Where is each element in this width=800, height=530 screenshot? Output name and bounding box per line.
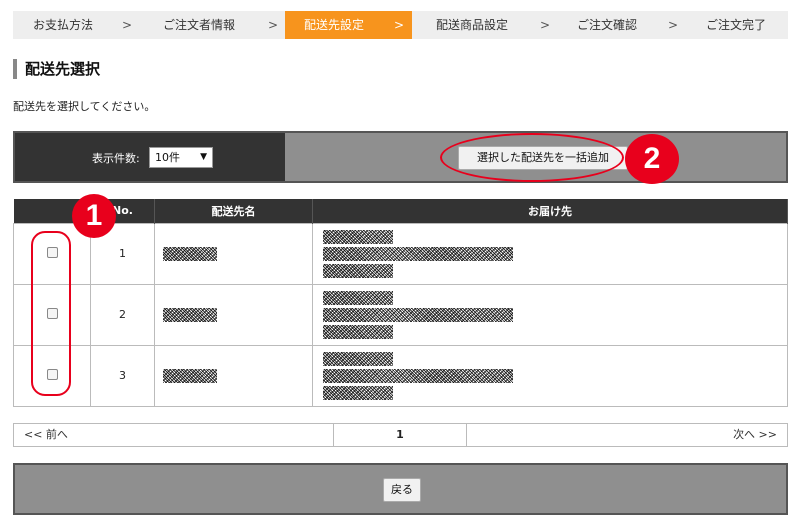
bulk-add-highlight-ring: [440, 133, 624, 182]
redacted-address-line: [323, 324, 393, 339]
annotation-marker-1: 1: [72, 194, 116, 238]
redacted-address-line: [323, 229, 393, 244]
row-number: 3: [90, 344, 155, 407]
step-order-confirm: ご注文確認: [577, 18, 638, 32]
address-table: No. 配送先名 お届け先 1 2 3: [13, 199, 788, 407]
table-row: 1: [13, 222, 788, 285]
redacted-name: [163, 307, 217, 322]
name-column-header: 配送先名: [154, 199, 313, 223]
instruction-text: 配送先を選択してください。: [13, 100, 156, 113]
redacted-address-line: [323, 246, 513, 261]
address-cell: [312, 344, 788, 407]
row-number: 2: [90, 283, 155, 346]
recipient-name-cell: [154, 222, 313, 285]
step-shipping-setting: 配送先設定 >: [285, 11, 412, 39]
annotation-marker-2: 2: [625, 134, 679, 184]
address-column-header: お届け先: [312, 199, 788, 223]
checkbox-highlight-ring: [31, 231, 71, 396]
back-button[interactable]: 戻る: [383, 478, 421, 502]
step-shipping-items: 配送商品設定: [436, 18, 509, 32]
table-header-row: No. 配送先名 お届け先: [13, 199, 788, 223]
current-page: 1: [334, 424, 467, 446]
recipient-name-cell: [154, 344, 313, 407]
redacted-name: [163, 368, 217, 383]
table-row: 3: [13, 344, 788, 407]
address-cell: [312, 283, 788, 346]
redacted-address-line: [323, 263, 393, 278]
step-orderer-info: ご注文者情報: [163, 18, 236, 32]
step-separator: >: [268, 18, 279, 32]
per-page-area: 表示件数: 10件 ▼: [15, 133, 285, 181]
recipient-name-cell: [154, 283, 313, 346]
table-row: 2: [13, 283, 788, 346]
address-cell: [312, 222, 788, 285]
prev-page-link[interactable]: << 前へ: [14, 424, 334, 446]
step-separator: >: [393, 18, 404, 32]
step-shipping-setting-label: 配送先設定: [304, 18, 365, 32]
step-payment: お支払方法: [33, 18, 94, 32]
step-separator: >: [540, 18, 551, 32]
redacted-address-line: [323, 368, 513, 383]
pagination: << 前へ 1 次へ >>: [13, 423, 788, 447]
redacted-address-line: [323, 290, 393, 305]
redacted-address-line: [323, 307, 513, 322]
per-page-label: 表示件数:: [92, 152, 140, 165]
step-separator: >: [668, 18, 679, 32]
chevron-down-icon: ▼: [200, 152, 207, 162]
per-page-select[interactable]: 10件 ▼: [149, 147, 213, 168]
back-bar: 戻る: [13, 463, 788, 515]
page-title: 配送先選択: [13, 59, 100, 79]
per-page-value: 10件: [155, 151, 180, 164]
redacted-address-line: [323, 385, 393, 400]
checkout-steps: お支払方法 > ご注文者情報 > 配送先設定 > 配送商品設定 > ご注文確認 …: [13, 11, 788, 39]
next-page-link[interactable]: 次へ >>: [733, 424, 777, 446]
step-order-complete: ご注文完了: [706, 18, 767, 32]
redacted-address-line: [323, 351, 393, 366]
redacted-name: [163, 246, 217, 261]
step-separator: >: [122, 18, 133, 32]
